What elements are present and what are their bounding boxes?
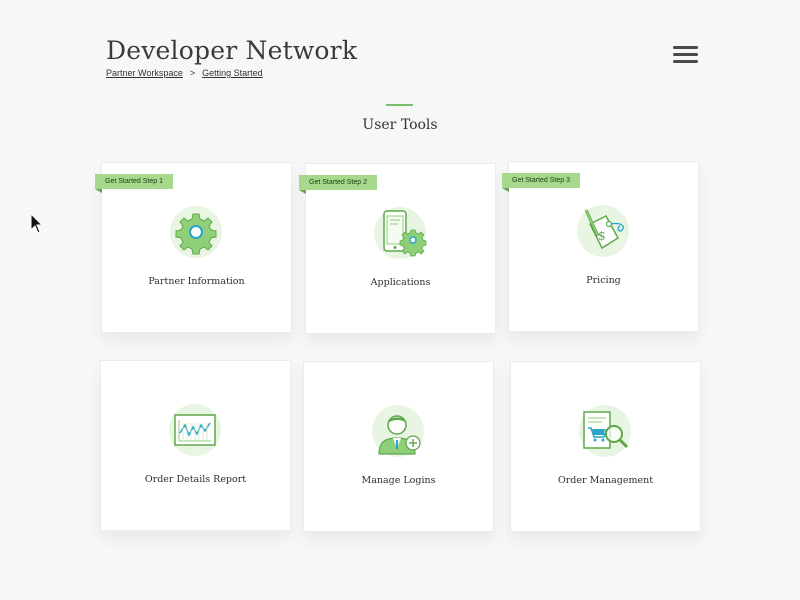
breadcrumb: Partner Workspace > Getting Started	[106, 68, 263, 78]
card-label: Pricing	[586, 275, 621, 286]
step-badge: Get Started Step 3	[502, 173, 580, 192]
cart-search-icon	[579, 405, 631, 457]
step-badge: Get Started Step 2	[299, 175, 377, 194]
hamburger-menu-button[interactable]	[673, 46, 698, 64]
hamburger-icon-bar	[673, 60, 698, 63]
svg-text:$: $	[598, 229, 606, 243]
card-label: Manage Logins	[361, 475, 436, 486]
card-pricing[interactable]: Get Started Step 3 $ Pricing	[502, 161, 699, 332]
mouse-cursor-icon	[30, 213, 44, 234]
chart-report-icon	[169, 404, 221, 456]
card-partner-information[interactable]: Get Started Step 1 Partner Information	[95, 162, 292, 333]
card-label: Partner Information	[148, 276, 245, 287]
mobile-gear-icon	[374, 207, 427, 259]
card-label: Applications	[370, 277, 431, 288]
section-title: User Tools	[362, 117, 438, 133]
breadcrumb-separator: >	[189, 68, 196, 78]
card-order-management[interactable]: Order Management	[510, 361, 701, 532]
price-tag-icon: $	[577, 205, 629, 257]
section-divider	[386, 104, 413, 106]
user-add-icon	[372, 405, 424, 457]
gear-icon	[170, 206, 222, 258]
step-badge: Get Started Step 1	[95, 174, 173, 193]
breadcrumb-link-getting-started[interactable]: Getting Started	[202, 68, 263, 78]
hamburger-icon-bar	[673, 53, 698, 56]
hamburger-icon	[673, 46, 698, 49]
card-manage-logins[interactable]: Manage Logins	[303, 361, 494, 532]
card-applications[interactable]: Get Started Step 2 Applications	[299, 163, 496, 334]
page: Developer Network Partner Workspace > Ge…	[0, 0, 800, 600]
card-label: Order Details Report	[144, 474, 247, 485]
card-label: Order Management	[557, 475, 654, 486]
card-order-details-report[interactable]: Order Details Report	[100, 360, 291, 531]
breadcrumb-link-partner-workspace[interactable]: Partner Workspace	[106, 68, 183, 78]
page-title: Developer Network	[106, 36, 358, 65]
